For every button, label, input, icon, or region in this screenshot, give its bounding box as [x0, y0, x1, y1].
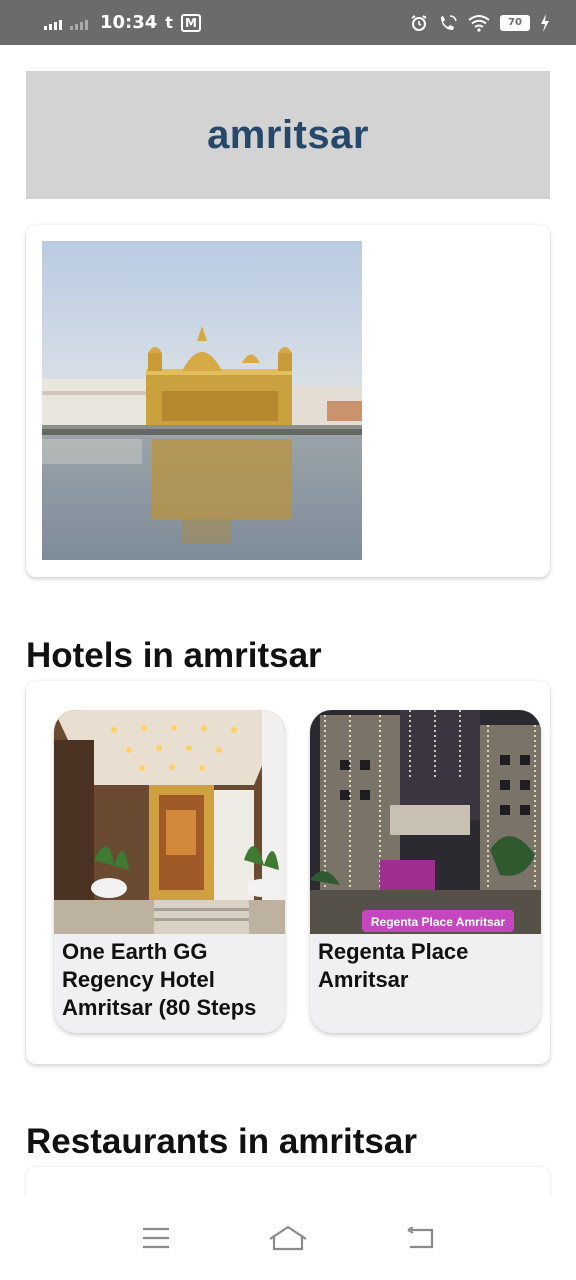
- app-notification-icon: M: [180, 13, 201, 32]
- hotel-card[interactable]: Regenta Place Amritsar Regenta Place Amr…: [310, 710, 541, 1033]
- city-image-card[interactable]: [26, 225, 550, 577]
- status-bar: 10:34 t M 70: [0, 0, 576, 45]
- battery-icon: 70: [500, 14, 530, 31]
- status-right: 70: [410, 13, 550, 32]
- golden-temple-photo[interactable]: [42, 241, 362, 560]
- hotel-lobby-photo: [54, 710, 285, 934]
- signal-icon: [44, 16, 62, 30]
- alarm-icon: [411, 14, 427, 31]
- charging-icon: [541, 13, 549, 32]
- menu-button[interactable]: [126, 1213, 186, 1263]
- hotel-name: One Earth GG Regency Hotel Amritsar (80 …: [62, 939, 257, 1026]
- menu-icon: [143, 1227, 169, 1248]
- hotel-facade-photo: Regenta Place Amritsar: [310, 710, 541, 934]
- restaurants-section-title: Restaurants in amritsar: [26, 1122, 417, 1161]
- back-icon: [407, 1226, 434, 1248]
- page-title: amritsar: [207, 112, 369, 157]
- hotels-section-title: Hotels in amritsar: [26, 636, 322, 675]
- carrier-icon: t: [165, 13, 173, 32]
- hotels-carousel[interactable]: One Earth GG Regency Hotel Amritsar (80 …: [26, 681, 550, 1064]
- home-icon: [269, 1225, 307, 1250]
- system-nav-bar: [0, 1195, 576, 1280]
- wifi-icon: [468, 14, 490, 32]
- wifi-call-icon: [441, 14, 457, 30]
- hotel-name: Regenta Place Amritsar: [318, 939, 469, 992]
- home-button[interactable]: [258, 1213, 318, 1263]
- hotel-photo-caption: Regenta Place Amritsar: [371, 915, 506, 929]
- back-button[interactable]: [390, 1213, 450, 1263]
- hotel-card[interactable]: One Earth GG Regency Hotel Amritsar (80 …: [54, 710, 285, 1033]
- status-time: 10:34: [100, 12, 158, 33]
- city-header: amritsar: [26, 71, 550, 199]
- signal-secondary-icon: [70, 16, 88, 30]
- status-left: 10:34 t M: [44, 12, 201, 33]
